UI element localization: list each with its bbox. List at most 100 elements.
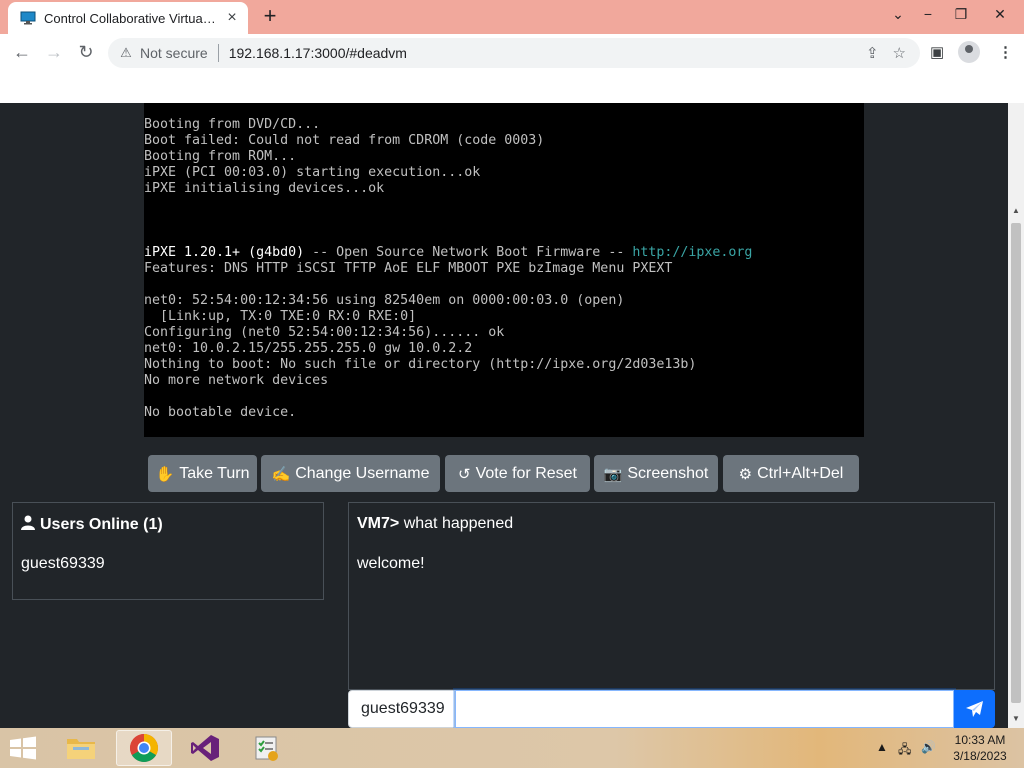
chrome-icon [130, 734, 158, 762]
close-tab-icon[interactable]: × [224, 9, 240, 27]
address-bar[interactable]: ⚠ Not secure 192.168.1.17:3000/#deadvm ⇪… [108, 38, 920, 68]
terminal-text: -- Open Source Network Boot Firmware -- [304, 245, 633, 260]
change-username-button[interactable]: ✍ Change Username [261, 455, 440, 492]
tab-title: Control Collaborative Virtual Machine [44, 10, 218, 26]
chevron-up-icon[interactable]: ▲ [876, 740, 888, 754]
chat-input-row: guest69339 [348, 690, 995, 728]
menu-kebab-icon[interactable]: ⋮ [998, 43, 1013, 61]
send-button[interactable] [954, 690, 995, 728]
terminal-line: Booting from DVD/CD... [144, 117, 321, 132]
gear-icon: ⚙ [738, 465, 753, 483]
terminal-line: iPXE 1.20.1+ (g4bd0) -- Open Source Netw… [144, 245, 864, 261]
visual-studio-icon [191, 735, 219, 761]
user-list-item[interactable]: guest69339 [21, 555, 105, 573]
terminal-line: [Link:up, TX:0 TXE:0 RX:0 RXE:0] [144, 309, 417, 324]
reload-button[interactable]: ↻ [75, 42, 97, 62]
browser-tab-strip: Control Collaborative Virtual Machine × … [0, 0, 1024, 34]
user-icon [21, 515, 35, 534]
profile-avatar[interactable] [958, 41, 980, 63]
minimize-button[interactable]: − [918, 6, 938, 22]
person-icon: ✍ [271, 465, 291, 483]
close-window-button[interactable]: ✕ [990, 6, 1010, 23]
users-online-title: Users Online (1) [21, 515, 163, 534]
vm-page: Booting from DVD/CD... Boot failed: Could… [0, 103, 1008, 728]
windows-start-icon[interactable] [8, 736, 38, 760]
take-turn-label: Take Turn [179, 464, 250, 482]
chat-panel: VM7> what happened welcome! [348, 502, 995, 690]
warning-icon[interactable]: ⚠ [118, 45, 134, 61]
browser-toolbar: ← → ↻ ⚠ Not secure 192.168.1.17:3000/#de… [0, 34, 1024, 72]
chrome-taskbar-item[interactable] [116, 730, 172, 766]
task-app-taskbar-item[interactable] [238, 730, 294, 766]
terminal-line: net0: 10.0.2.15/255.255.255.0 gw 10.0.2.… [144, 341, 473, 356]
clock-time: 10:33 AM [954, 733, 1006, 747]
screenshot-label: Screenshot [627, 464, 709, 482]
vm-display[interactable]: Booting from DVD/CD... Boot failed: Could… [144, 103, 864, 437]
terminal-line: Boot failed: Could not read from CDROM (… [144, 133, 545, 148]
scroll-down-arrow[interactable]: ▼ [1008, 711, 1024, 727]
security-label[interactable]: Not secure [140, 45, 208, 61]
terminal-line: net0: 52:54:00:12:34:56 using 82540em on… [144, 293, 625, 308]
chat-message-user: VM7> [357, 515, 400, 532]
hand-icon: ✋ [155, 465, 175, 483]
file-explorer-taskbar-item[interactable] [53, 730, 109, 766]
users-online-label: Users Online (1) [40, 515, 163, 533]
scroll-thumb[interactable] [1011, 223, 1021, 703]
terminal-line: iPXE (PCI 00:03.0) starting execution...… [144, 165, 481, 180]
terminal-line: Nothing to boot: No such file or directo… [144, 357, 697, 372]
change-username-label: Change Username [295, 464, 430, 482]
chat-message: VM7> what happened [357, 515, 513, 533]
chat-message-input[interactable] [455, 690, 954, 728]
terminal-line: No more network devices [144, 373, 329, 388]
chat-message: welcome! [357, 555, 425, 573]
terminal-line: iPXE initialising devices...ok [144, 181, 385, 196]
camera-icon: 📷 [603, 465, 623, 483]
os-taskbar: ▲ 🖧 🔊 10:33 AM 3/18/2023 [0, 728, 1024, 768]
monitor-icon [20, 11, 36, 25]
system-clock[interactable]: 10:33 AM 3/18/2023 [944, 732, 1016, 764]
share-icon[interactable]: ⇪ [866, 44, 879, 62]
undo-icon: ↺ [458, 465, 471, 483]
forward-button[interactable]: → [43, 42, 65, 62]
chat-message-text: what happened [399, 515, 514, 532]
take-turn-button[interactable]: ✋ Take Turn [148, 455, 257, 492]
page-scrollbar[interactable]: ▲ ▼ [1008, 103, 1024, 728]
paper-plane-icon [965, 700, 983, 717]
restore-button[interactable]: ❐ [951, 6, 971, 23]
scroll-up-arrow[interactable]: ▲ [1008, 203, 1024, 219]
back-button[interactable]: ← [11, 42, 33, 62]
volume-icon[interactable]: 🔊 [921, 740, 936, 754]
terminal-line: Features: DNS HTTP iSCSI TFTP AoE ELF MB… [144, 261, 673, 276]
terminal-link: http://ipxe.org [632, 245, 753, 260]
chat-message-text: welcome! [357, 555, 425, 572]
users-online-panel: Users Online (1) guest69339 [12, 502, 324, 600]
visual-studio-taskbar-item[interactable] [177, 730, 233, 766]
terminal-bright-text: iPXE 1.20.1+ (g4bd0) [144, 245, 305, 260]
page-top-white-area [0, 72, 1024, 103]
browser-tab[interactable]: Control Collaborative Virtual Machine × [8, 2, 248, 34]
clock-date: 3/18/2023 [953, 749, 1007, 763]
omnibox-divider [217, 44, 219, 62]
chevron-down-icon[interactable]: ⌄ [888, 6, 908, 23]
terminal-line: Booting from ROM... [144, 149, 297, 164]
username-display[interactable]: guest69339 [348, 690, 455, 728]
bookmark-star-icon[interactable]: ☆ [893, 44, 906, 62]
side-panel-icon[interactable]: ▣ [930, 43, 944, 61]
terminal-line: Configuring (net0 52:54:00:12:34:56)....… [144, 325, 505, 340]
checklist-icon [255, 736, 278, 761]
ctrl-alt-del-button[interactable]: ⚙ Ctrl+Alt+Del [723, 455, 859, 492]
ctrl-alt-del-label: Ctrl+Alt+Del [757, 464, 844, 482]
url-text[interactable]: 192.168.1.17:3000/#deadvm [229, 45, 866, 61]
terminal-line: No bootable device. [144, 405, 297, 420]
vote-reset-label: Vote for Reset [475, 464, 577, 482]
folder-icon [67, 739, 95, 759]
network-icon[interactable]: 🖧 [898, 740, 911, 761]
screenshot-button[interactable]: 📷 Screenshot [594, 455, 718, 492]
vote-reset-button[interactable]: ↺ Vote for Reset [445, 455, 590, 492]
new-tab-button[interactable]: + [259, 5, 281, 27]
